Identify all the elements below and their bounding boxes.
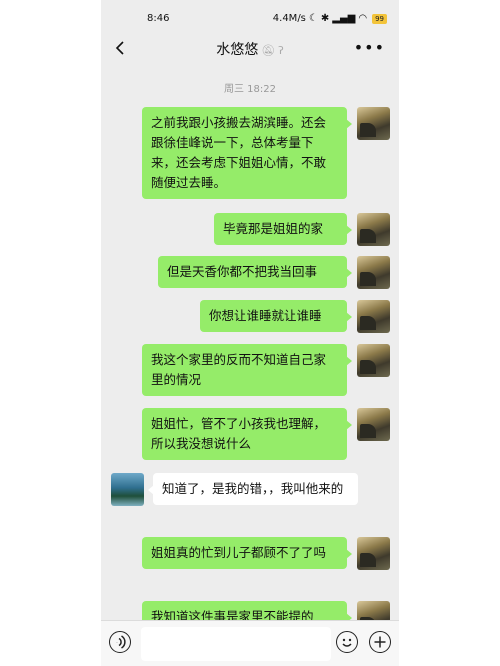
chat-timestamp: 周三 18:22	[224, 84, 276, 95]
mute-icon: 🔕︎	[261, 44, 276, 57]
message-text: 你想让谁睡就让谁睡	[209, 308, 322, 323]
message-bubble[interactable]: 我这个家里的反而不知道自己家里的情况	[142, 344, 352, 396]
emoji-icon	[342, 638, 352, 647]
my-avatar[interactable]	[357, 408, 390, 441]
moon-icon: ☾	[308, 13, 318, 24]
plus-button[interactable]	[369, 631, 391, 653]
message-bubble[interactable]: 姐姐真的忙到儿子都顾不了了吗	[142, 537, 352, 569]
my-avatar[interactable]	[357, 300, 390, 333]
voice-icon	[116, 635, 126, 649]
contact-avatar[interactable]	[111, 473, 144, 506]
message-bubble[interactable]: 知道了，是我的错，，我叫他来的	[148, 473, 358, 505]
wifi-icon: ◠	[358, 13, 368, 24]
ear-icon: ʔ	[278, 44, 284, 57]
message-bubble[interactable]: 但是天香你都不把我当回事	[158, 256, 352, 288]
message-text: 姐姐真的忙到儿子都顾不了了吗	[151, 545, 327, 560]
more-button[interactable]: •••	[354, 38, 385, 57]
message-bubble[interactable]: 之前我跟小孩搬去湖滨睡。还会跟徐佳峰说一下，总体考量下来，还会考虑下姐姐心情，不…	[142, 107, 352, 199]
signal-icon: ▂▄▆	[332, 13, 356, 24]
plus-icon	[374, 636, 386, 648]
status-bar: 8:46 4.4M/s ☾ ✱ ▂▄▆ ◠ 99	[101, 0, 399, 30]
battery-icon: 99	[372, 13, 387, 24]
status-time: 8:46	[147, 13, 170, 24]
input-bar	[101, 620, 399, 666]
message-bubble[interactable]: 姐姐忙，管不了小孩我也理解，所以我没想说什么	[142, 408, 352, 460]
voice-button[interactable]	[109, 631, 131, 653]
message-text: 我这个家里的反而不知道自己家里的情况	[151, 352, 327, 387]
my-avatar[interactable]	[357, 344, 390, 377]
system-icons: 4.4M/s ☾ ✱ ▂▄▆ ◠ 99	[273, 13, 387, 24]
network-speed: 4.4M/s	[272, 13, 306, 24]
message-text: 知道了，是我的错，，我叫他来的	[162, 481, 344, 496]
more-icon: •••	[353, 38, 385, 57]
message-text: 毕竟那是姐姐的家	[223, 221, 324, 236]
message-text: 姐姐忙，管不了小孩我也理解，所以我没想说什么	[151, 416, 327, 451]
my-avatar[interactable]	[357, 256, 390, 289]
chat-header: 水悠悠 🔕︎ ʔ •••	[101, 30, 399, 66]
chat-screen: 8:46 4.4M/s ☾ ✱ ▂▄▆ ◠ 99 水悠悠 🔕︎ ʔ ••• 周三 1…	[101, 0, 399, 666]
message-bubble[interactable]: 你想让谁睡就让谁睡	[200, 300, 352, 332]
message-input[interactable]	[141, 627, 331, 661]
emoji-button[interactable]	[336, 631, 358, 653]
message-text: 之前我跟小孩搬去湖滨睡。还会跟徐佳峰说一下，总体考量下来，还会考虑下姐姐心情，不…	[151, 115, 327, 190]
message-bubble[interactable]: 毕竟那是姐姐的家	[214, 213, 352, 245]
bluetooth-icon: ✱	[320, 13, 330, 24]
chat-title: 水悠悠	[216, 42, 259, 58]
my-avatar[interactable]	[357, 213, 390, 246]
my-avatar[interactable]	[357, 537, 390, 570]
my-avatar[interactable]	[357, 107, 390, 140]
message-text: 但是天香你都不把我当回事	[167, 264, 318, 279]
